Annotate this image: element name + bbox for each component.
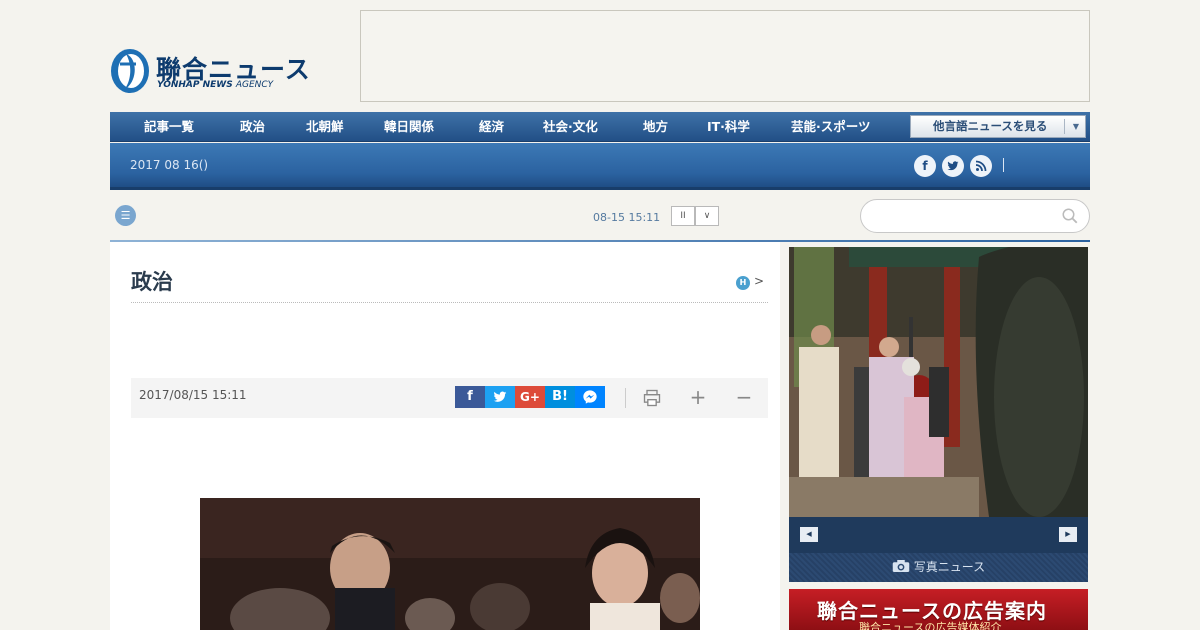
logo-english-text: YONHAP NEWS AGENCY: [157, 80, 273, 90]
social-divider: [1003, 158, 1004, 172]
next-slide-button[interactable]: ▶: [1059, 527, 1077, 542]
messenger-share-button[interactable]: [575, 386, 605, 408]
toolbar-divider: [625, 388, 626, 408]
date-bar: 2017 08 16() f: [110, 143, 1090, 190]
language-select-label: 他言語ニュースを見る: [933, 119, 1048, 133]
nav-item-it-science[interactable]: IT·科学: [707, 112, 750, 142]
yonhap-logo-icon: [111, 49, 149, 93]
article-photo-image: [200, 498, 700, 630]
chevron-right-icon[interactable]: >: [754, 274, 764, 288]
facebook-share-button[interactable]: f: [455, 386, 485, 408]
slideshow-controls: ◀ ▶: [789, 517, 1088, 553]
section-title: 政治: [131, 270, 173, 294]
photo-slideshow[interactable]: [789, 247, 1088, 517]
chevron-down-icon: ▼: [1072, 122, 1079, 131]
h-badge-icon[interactable]: H: [736, 276, 750, 290]
nav-item-north-korea[interactable]: 北朝鮮: [306, 112, 344, 142]
photo-news-link[interactable]: 写真ニュース: [789, 553, 1088, 582]
ticker-time: 08-15 15:11: [593, 211, 661, 224]
news-list-icon[interactable]: ☰: [115, 205, 136, 226]
language-select[interactable]: 他言語ニュースを見る ▼: [910, 115, 1086, 138]
twitter-share-button[interactable]: [485, 386, 515, 408]
logo-en-light: AGENCY: [235, 80, 274, 90]
googleplus-share-button[interactable]: G+: [515, 386, 545, 408]
current-date: 2017 08 16(): [130, 158, 209, 172]
section-divider: [131, 302, 768, 303]
nav-item-economy[interactable]: 経済: [479, 112, 504, 142]
logo[interactable]: 聯合ニュース YONHAP NEWS AGENCY: [110, 46, 310, 96]
advertising-banner[interactable]: 聯合ニュースの広告案内 聯合ニュースの広告媒体紹介: [789, 589, 1088, 630]
zoom-out-button[interactable]: −: [732, 386, 756, 410]
ticker-pause-button[interactable]: II: [671, 206, 695, 226]
search-box: [860, 199, 1090, 233]
camera-icon: [892, 560, 914, 574]
top-ad-area[interactable]: [360, 10, 1090, 102]
facebook-icon[interactable]: f: [914, 155, 936, 177]
ad-banner-subtitle: 聯合ニュースの広告媒体紹介: [859, 621, 1002, 630]
select-divider: [1064, 119, 1065, 134]
ticker-next-button[interactable]: ∨: [695, 206, 719, 226]
article-content: 政治 H > 2017/08/15 15:11 f G+ B! + −: [110, 242, 780, 630]
nav-item-korea-japan[interactable]: 韓日関係: [384, 112, 434, 142]
twitter-icon[interactable]: [942, 155, 964, 177]
main-nav: 記事一覧 政治 北朝鮮 韓日関係 経済 社会·文化 地方 IT·科学 芸能·スポ…: [110, 112, 1090, 142]
nav-item-society-culture[interactable]: 社会·文化: [543, 112, 598, 142]
article-datetime: 2017/08/15 15:11: [139, 388, 247, 402]
prev-slide-button[interactable]: ◀: [800, 527, 818, 542]
nav-item-politics[interactable]: 政治: [240, 112, 265, 142]
nav-item-regional[interactable]: 地方: [643, 112, 668, 142]
nav-item-articles[interactable]: 記事一覧: [144, 112, 194, 142]
rss-icon[interactable]: [970, 155, 992, 177]
nav-item-entertainment-sports[interactable]: 芸能·スポーツ: [791, 112, 871, 142]
article-toolbar: 2017/08/15 15:11 f G+ B! + −: [131, 378, 768, 418]
hatena-share-button[interactable]: B!: [545, 386, 575, 408]
search-icon[interactable]: [1061, 207, 1079, 225]
photo-news-label: 写真ニュース: [913, 560, 986, 574]
print-icon[interactable]: [640, 386, 664, 410]
article-photo: [200, 498, 700, 630]
logo-en-bold: YONHAP NEWS: [157, 80, 233, 90]
search-input[interactable]: [875, 207, 1055, 225]
slideshow-photo: [789, 247, 1088, 517]
zoom-in-button[interactable]: +: [686, 386, 710, 410]
